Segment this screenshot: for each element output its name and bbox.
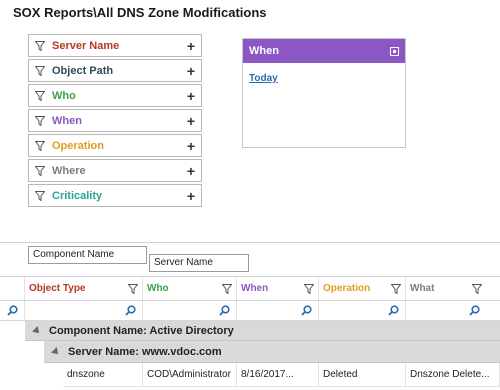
search-cell[interactable] <box>237 301 319 320</box>
column-filter-icon[interactable] <box>391 284 401 294</box>
results-grid: Object Type Who When Operation What Comp… <box>0 277 500 387</box>
search-icon[interactable] <box>219 305 230 316</box>
filter-operation[interactable]: Operation + <box>28 134 202 157</box>
when-panel-title: When <box>249 45 279 57</box>
when-panel-body: Today <box>243 63 405 93</box>
collapse-icon[interactable] <box>32 325 42 336</box>
table-row[interactable]: dnszone COD\Administrator 8/16/2017... D… <box>63 363 500 387</box>
group-row-component[interactable]: Component Name: Active Directory <box>25 321 500 341</box>
group-by-area: Component Name Server Name <box>0 243 500 276</box>
column-header-label: Object Type <box>29 283 86 294</box>
search-cell[interactable] <box>319 301 406 320</box>
add-filter-icon[interactable]: + <box>187 114 195 128</box>
filter-object-path[interactable]: Object Path + <box>28 59 202 82</box>
grid-search-row <box>0 301 500 321</box>
column-header-what[interactable]: What <box>406 277 486 300</box>
column-header-label: When <box>241 283 269 294</box>
add-filter-icon[interactable]: + <box>187 189 195 203</box>
column-header-label: Operation <box>323 283 371 294</box>
funnel-icon <box>35 65 45 76</box>
group-row-server[interactable]: Server Name: www.vdoc.com <box>44 341 500 363</box>
search-icon[interactable] <box>469 305 480 316</box>
search-cell[interactable] <box>0 301 25 320</box>
filter-who[interactable]: Who + <box>28 84 202 107</box>
filter-criticality[interactable]: Criticality + <box>28 184 202 207</box>
page-title: SOX Reports\All DNS Zone Modifications <box>13 5 267 20</box>
group-row-label: Component Name: Active Directory <box>49 324 234 337</box>
add-filter-icon[interactable]: + <box>187 139 195 153</box>
column-header-label: What <box>410 283 435 294</box>
search-cell[interactable] <box>25 301 143 320</box>
close-icon[interactable] <box>390 46 399 56</box>
funnel-icon <box>35 40 45 51</box>
search-cell[interactable] <box>406 301 486 320</box>
funnel-icon <box>35 90 45 101</box>
filter-label: Where <box>52 164 86 177</box>
column-header-label: Who <box>147 283 169 294</box>
group-chip-component-name[interactable]: Component Name <box>28 246 147 264</box>
search-icon[interactable] <box>125 305 136 316</box>
search-icon[interactable] <box>301 305 312 316</box>
cell-who: COD\Administrator <box>143 363 237 386</box>
group-row-label: Server Name: www.vdoc.com <box>68 345 222 358</box>
cell-what: Dnszone Delete... <box>406 363 500 386</box>
filter-server-name[interactable]: Server Name + <box>28 34 202 57</box>
add-filter-icon[interactable]: + <box>187 164 195 178</box>
funnel-icon <box>35 190 45 201</box>
add-filter-icon[interactable]: + <box>187 39 195 53</box>
column-filter-icon[interactable] <box>472 284 482 294</box>
filter-label: Object Path <box>52 64 114 77</box>
cell-when: 8/16/2017... <box>237 363 319 386</box>
column-filter-icon[interactable] <box>304 284 314 294</box>
grid-header-row: Object Type Who When Operation What <box>0 277 500 301</box>
today-link[interactable]: Today <box>249 73 278 84</box>
funnel-icon <box>35 115 45 126</box>
column-header-object-type[interactable]: Object Type <box>25 277 143 300</box>
group-chip-server-name[interactable]: Server Name <box>149 254 249 272</box>
funnel-icon <box>35 165 45 176</box>
search-icon[interactable] <box>388 305 399 316</box>
when-panel-header: When <box>243 39 405 63</box>
column-header-when[interactable]: When <box>237 277 319 300</box>
cell-operation: Deleted <box>319 363 406 386</box>
column-header-operation[interactable]: Operation <box>319 277 406 300</box>
funnel-icon <box>35 140 45 151</box>
filter-label: When <box>52 114 82 127</box>
search-icon[interactable] <box>7 305 18 316</box>
add-filter-icon[interactable]: + <box>187 89 195 103</box>
filter-label: Criticality <box>52 189 103 202</box>
filter-list: Server Name + Object Path + Who + When +… <box>28 34 202 209</box>
column-header-who[interactable]: Who <box>143 277 237 300</box>
add-filter-icon[interactable]: + <box>187 64 195 78</box>
column-filter-icon[interactable] <box>222 284 232 294</box>
column-filter-icon[interactable] <box>128 284 138 294</box>
filter-label: Who <box>52 89 76 102</box>
search-cell[interactable] <box>143 301 237 320</box>
filter-where[interactable]: Where + <box>28 159 202 182</box>
collapse-icon[interactable] <box>51 346 61 357</box>
cell-object-type: dnszone <box>63 363 143 386</box>
when-filter-panel: When Today <box>242 38 406 148</box>
header-spacer <box>0 277 25 300</box>
filter-when[interactable]: When + <box>28 109 202 132</box>
filter-label: Operation <box>52 139 104 152</box>
filter-label: Server Name <box>52 39 120 52</box>
